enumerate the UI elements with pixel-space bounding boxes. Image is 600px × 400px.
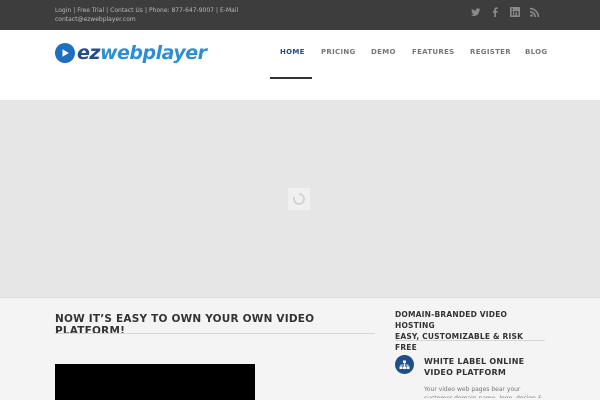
active-nav-indicator [270, 77, 312, 79]
nav-register[interactable]: REGISTER [470, 48, 511, 62]
video-player[interactable] [55, 364, 255, 400]
feature-description: Your video web pages bear your customer … [424, 386, 543, 398]
content-area: NOW IT’S EASY TO OWN YOUR OWN VIDEO PLAT… [0, 298, 600, 400]
site-header: ezwebplayer HOME PRICING DEMO FEATURES R… [0, 30, 600, 100]
sitemap-icon [395, 355, 414, 374]
logo-text-webplayer: webplayer [99, 42, 207, 64]
phone-text: Phone: 877-647-9007 [148, 7, 214, 14]
site-logo[interactable]: ezwebplayer [55, 40, 207, 66]
logo-wordmark: ezwebplayer [77, 42, 207, 64]
hero-slider [0, 100, 600, 298]
feature-heading-line1: WHITE LABEL ONLINE [424, 357, 525, 366]
main-divider [55, 333, 375, 334]
facebook-icon[interactable] [489, 6, 501, 18]
rss-icon[interactable] [529, 6, 541, 18]
free-trial-link[interactable]: Free Trial [77, 7, 104, 14]
sidebar-heading-line2: EASY, CUSTOMIZABLE & RISK FREE [395, 332, 524, 352]
logo-text-ez: ez [77, 42, 100, 64]
nav-home[interactable]: HOME [280, 48, 305, 62]
nav-features[interactable]: FEATURES [412, 48, 455, 62]
twitter-icon[interactable] [470, 6, 482, 18]
sidebar-heading: DOMAIN-BRANDED VIDEO HOSTING EASY, CUSTO… [395, 309, 545, 353]
linkedin-icon[interactable] [509, 6, 521, 18]
top-bar: Login | Free Trial | Contact Us | Phone: 877-6… [0, 0, 600, 30]
sidebar-divider [395, 340, 545, 341]
loading-spinner-icon [288, 188, 310, 210]
play-icon [55, 43, 75, 63]
feature-heading: WHITE LABEL ONLINE VIDEO PLATFORM [424, 356, 544, 378]
nav-pricing[interactable]: PRICING [321, 48, 356, 62]
top-links: Login | Free Trial | Contact Us | Phone: 877-6… [55, 7, 239, 23]
nav-blog[interactable]: BLOG [525, 48, 547, 62]
sidebar-heading-line1: DOMAIN-BRANDED VIDEO HOSTING [395, 310, 508, 330]
contact-us-link[interactable]: Contact Us [110, 7, 143, 14]
nav-demo[interactable]: DEMO [371, 48, 396, 62]
feature-heading-line2: VIDEO PLATFORM [424, 368, 507, 377]
login-link[interactable]: Login [55, 7, 71, 14]
